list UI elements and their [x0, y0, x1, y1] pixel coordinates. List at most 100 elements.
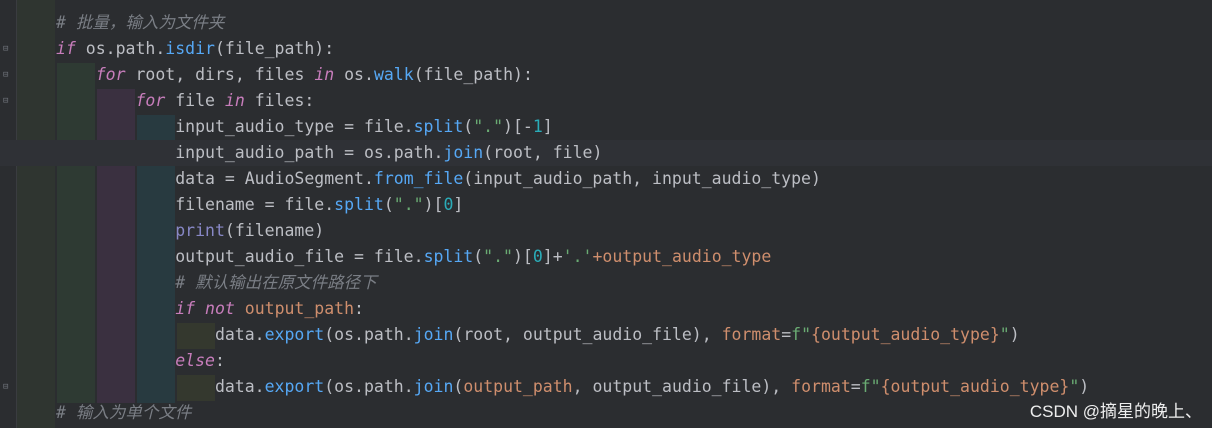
code-token: export [264, 377, 325, 396]
code-token: : [214, 351, 225, 370]
code-token: (os.path. [324, 377, 414, 396]
code-line[interactable]: if not output_path: [0, 296, 1212, 322]
code-line[interactable]: filename = file.split(".")[0] [0, 192, 1212, 218]
code-token: input_audio_path = os.path. [56, 143, 444, 162]
code-token: (root, file) [483, 143, 603, 162]
code-token: = [781, 325, 792, 344]
code-line[interactable]: # 默认输出在原文件路径下 [0, 270, 1212, 296]
code-token: file [165, 91, 225, 110]
code-line[interactable]: input_audio_path = os.path.join(root, fi… [0, 140, 1212, 166]
code-token: (os.path. [324, 325, 414, 344]
code-token: isdir [165, 39, 215, 58]
code-line[interactable]: else: [0, 348, 1212, 374]
code-token: ] [453, 195, 464, 214]
code-token: (filename) [224, 221, 325, 240]
code-token: filename = file. [56, 195, 335, 214]
code-token: output_audio_file = file. [56, 247, 424, 266]
code-token: ) [1079, 377, 1090, 396]
watermark-text: CSDN @摘星的晚上、 [1029, 402, 1202, 421]
code-token: f" [791, 325, 812, 344]
code-token: "." [393, 195, 424, 214]
code-token: {output_audio_type} [880, 377, 1070, 396]
code-editor[interactable]: ⊟ ⊟ ⊟ ⊟ # 批量，输入为文件夹 if os.path.isdir(file… [0, 0, 1212, 428]
code-token: {output_audio_type} [811, 325, 1000, 344]
code-token: format [791, 377, 851, 396]
code-token: root, dirs, files [125, 65, 315, 84]
code-token: for [95, 65, 126, 84]
code-token: files: [244, 91, 315, 110]
code-token: export [264, 325, 325, 344]
code-token: data. [56, 325, 265, 344]
code-token: input_audio_type = file. [56, 117, 414, 136]
code-token: (file_path): [413, 65, 533, 84]
code-token: ]+ [542, 247, 563, 266]
code-token: , output_audio_file), [572, 377, 792, 396]
code-line[interactable]: # 批量，输入为文件夹 [0, 10, 1212, 36]
code-token: )[ [423, 195, 444, 214]
code-token: (file_path): [214, 39, 335, 58]
code-token: 0 [443, 195, 454, 214]
code-token: for [135, 91, 166, 110]
code-token: in [224, 91, 245, 110]
code-token: split [334, 195, 384, 214]
code-token: print [175, 221, 225, 240]
code-token: join [413, 325, 454, 344]
code-line[interactable]: print(filename) [0, 218, 1212, 244]
code-token: " [999, 325, 1010, 344]
code-token: +output_audio_type [592, 247, 772, 266]
code-token: format [721, 325, 782, 344]
code-token: ( [463, 117, 474, 136]
code-token: (root, output_audio_file), [453, 325, 722, 344]
code-token: ( [453, 377, 464, 396]
code-token: os. [334, 65, 374, 84]
code-token: split [423, 247, 474, 266]
code-token: = [850, 377, 861, 396]
code-token: ( [383, 195, 394, 214]
code-token: split [413, 117, 464, 136]
code-line[interactable]: output_audio_file = file.split(".")[0]+'… [0, 244, 1212, 270]
code-token: )[- [503, 117, 533, 136]
code-token: if not [175, 299, 235, 318]
code-token: output_path [244, 299, 355, 318]
code-token: 0 [532, 247, 543, 266]
code-line[interactable]: for file in files: [0, 88, 1212, 114]
code-line[interactable]: if os.path.isdir(file_path): [0, 36, 1212, 62]
code-line[interactable]: data = AudioSegment.from_file(input_audi… [0, 166, 1212, 192]
code-token: " [1069, 377, 1080, 396]
code-token: walk [373, 65, 414, 84]
code-token: f" [860, 377, 881, 396]
code-token: data = AudioSegment. [56, 169, 374, 188]
code-token: if [56, 39, 76, 58]
code-token: 1 [532, 117, 543, 136]
code-token: ] [542, 117, 553, 136]
code-token: "." [483, 247, 513, 266]
code-token: ( [473, 247, 484, 266]
code-token: join [443, 143, 484, 162]
code-token: output_path [463, 377, 573, 396]
code-token: # 输入为单个文件 [56, 403, 192, 422]
code-token: "." [473, 117, 504, 136]
code-token: from_file [373, 169, 464, 188]
code-token: join [413, 377, 454, 396]
code-token: ) [1009, 325, 1020, 344]
code-token: (input_audio_path, input_audio_type) [463, 169, 821, 188]
code-token: '.' [562, 247, 593, 266]
code-token: os.path. [75, 39, 166, 58]
code-line[interactable]: data.export(os.path.join(root, output_au… [0, 322, 1212, 348]
code-token: : [354, 299, 364, 318]
code-token: data. [56, 377, 265, 396]
code-token: )[ [512, 247, 533, 266]
code-token: in [314, 65, 335, 84]
code-line[interactable]: for root, dirs, files in os.walk(file_pa… [0, 62, 1212, 88]
code-line[interactable]: input_audio_type = file.split(".")[-1] [0, 114, 1212, 140]
code-token: else [175, 351, 215, 370]
code-token: # 默认输出在原文件路径下 [175, 273, 377, 292]
code-token: # 批量，输入为文件夹 [56, 13, 225, 32]
